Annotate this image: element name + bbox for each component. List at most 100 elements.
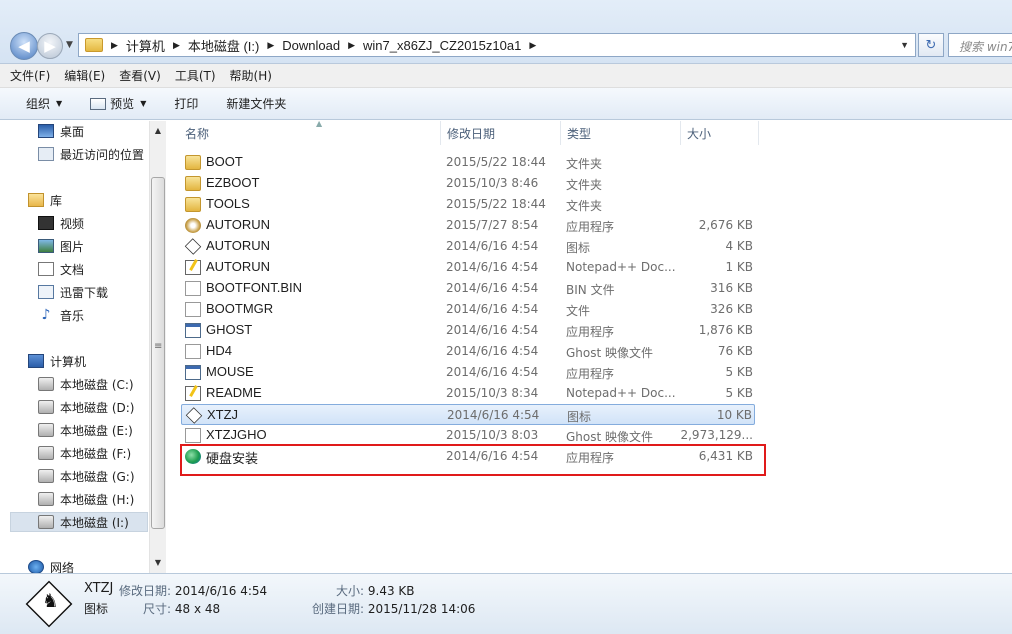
file-type: BIN 文件 xyxy=(566,283,615,297)
file-row-autorun-inf[interactable]: AUTORUN 2014/6/16 4:54 Notepad++ Doc... 1 K… xyxy=(181,257,755,278)
nav-item-desktop[interactable]: 桌面 xyxy=(38,121,84,141)
file-date: 2014/6/16 4:54 xyxy=(446,239,539,253)
menu-help[interactable]: 帮助(H) xyxy=(230,67,272,84)
hard-drive-icon xyxy=(38,492,54,506)
file-type: 文件 xyxy=(566,304,591,318)
column-header-date[interactable]: 修改日期 xyxy=(441,121,561,145)
file-row-boot[interactable]: BOOT 2015/5/22 18:44 文件夹 xyxy=(181,152,755,173)
back-button[interactable]: ◀ xyxy=(10,32,38,60)
file-name: XTZJ xyxy=(207,407,239,422)
file-row-bootmgr[interactable]: BOOTMGR 2014/6/16 4:54 文件 326 KB xyxy=(181,299,755,320)
address-history-dropdown-icon[interactable]: ▼ xyxy=(900,40,909,50)
column-header-name[interactable]: 名称 ▲ xyxy=(179,119,441,145)
nav-label: 本地磁盘 (I:) xyxy=(60,515,129,530)
file-row-hd4[interactable]: HD4 2014/6/16 4:54 Ghost 映像文件 76 KB xyxy=(181,341,755,362)
nav-item-drive-f[interactable]: 本地磁盘 (F:) xyxy=(38,443,131,463)
chevron-right-icon[interactable]: ▶ xyxy=(111,40,118,51)
breadcrumb-drive[interactable]: 本地磁盘 (I:) xyxy=(188,36,260,55)
nav-label: 本地磁盘 (G:) xyxy=(60,469,135,484)
file-row-bootfont[interactable]: BOOTFONT.BIN 2014/6/16 4:54 BIN 文件 316 KB xyxy=(181,278,755,299)
file-name: AUTORUN xyxy=(206,238,271,253)
file-name: TOOLS xyxy=(206,196,250,211)
nav-item-drive-i[interactable]: 本地磁盘 (I:) xyxy=(10,512,148,532)
file-type: Ghost 映像文件 xyxy=(566,346,654,360)
scroll-down-arrow-icon[interactable]: ▼ xyxy=(150,555,166,571)
recent-pages-dropdown-icon[interactable]: ▼ xyxy=(66,40,73,50)
menu-edit[interactable]: 编辑(E) xyxy=(64,67,105,84)
nav-item-library[interactable]: 库 xyxy=(28,190,62,210)
nav-item-network[interactable]: 网络 xyxy=(28,557,74,573)
breadcrumb-download[interactable]: Download xyxy=(282,38,340,53)
file-row-xtzjgho[interactable]: XTZJGHO 2015/10/3 8:03 Ghost 映像文件 2,973,129… xyxy=(181,425,755,446)
nav-item-drive-e[interactable]: 本地磁盘 (E:) xyxy=(38,420,133,440)
video-icon xyxy=(38,216,54,230)
organize-button[interactable]: 组织 ▼ xyxy=(26,95,62,112)
column-header-type[interactable]: 类型 xyxy=(561,121,681,145)
file-date: 2014/6/16 4:54 xyxy=(446,344,539,358)
nav-item-documents[interactable]: 文档 xyxy=(38,259,84,279)
file-date: 2014/6/16 4:54 xyxy=(447,408,540,422)
file-size: 5 KB xyxy=(725,365,753,379)
nav-item-pictures[interactable]: 图片 xyxy=(38,236,84,256)
file-size: 1 KB xyxy=(725,260,753,274)
navigation-scrollbar[interactable]: ▲ ≡ ▼ xyxy=(149,121,166,573)
chevron-right-icon[interactable]: ▶ xyxy=(173,40,180,51)
nav-item-video[interactable]: 视频 xyxy=(38,213,84,233)
file-row-autorun-exe[interactable]: AUTORUN 2015/7/27 8:54 应用程序 2,676 KB xyxy=(181,215,755,236)
hard-drive-icon xyxy=(38,515,54,529)
new-folder-button[interactable]: 新建文件夹 xyxy=(226,95,286,112)
scrollbar-thumb[interactable] xyxy=(151,177,165,529)
preview-button[interactable]: 预览 ▼ xyxy=(90,95,146,112)
refresh-button[interactable]: ↻ xyxy=(918,33,944,57)
menu-file[interactable]: 文件(F) xyxy=(10,67,50,84)
file-date: 2015/5/22 18:44 xyxy=(446,197,546,211)
chevron-right-icon[interactable]: ▶ xyxy=(529,40,536,51)
print-button[interactable]: 打印 xyxy=(174,95,198,112)
forward-button[interactable]: ▶ xyxy=(37,33,63,59)
chevron-right-icon[interactable]: ▶ xyxy=(348,40,355,51)
column-header-size[interactable]: 大小 xyxy=(681,121,759,145)
chevron-right-icon[interactable]: ▶ xyxy=(267,40,274,51)
file-row-mouse[interactable]: MOUSE 2014/6/16 4:54 应用程序 5 KB xyxy=(181,362,755,383)
hard-drive-icon xyxy=(38,423,54,437)
file-row-xtzj[interactable]: XTZJ 2014/6/16 4:54 图标 10 KB xyxy=(181,404,755,425)
file-type: 应用程序 xyxy=(566,325,615,339)
nav-item-recent-places[interactable]: 最近访问的位置 xyxy=(38,144,144,164)
menu-view[interactable]: 查看(V) xyxy=(119,67,161,84)
nav-item-drive-d[interactable]: 本地磁盘 (D:) xyxy=(38,397,134,417)
nav-item-drive-g[interactable]: 本地磁盘 (G:) xyxy=(38,466,135,486)
search-input[interactable]: 搜索 win7 xyxy=(948,33,1012,57)
menu-tools[interactable]: 工具(T) xyxy=(175,67,216,84)
file-size: 316 KB xyxy=(710,281,753,295)
file-type: 图标 xyxy=(567,410,592,424)
address-bar[interactable]: ▶ 计算机 ▶ 本地磁盘 (I:) ▶ Download ▶ win7_x86ZJ_CZ… xyxy=(78,33,916,57)
network-icon xyxy=(28,560,44,573)
details-file-type: 图标 xyxy=(84,602,109,616)
file-row-ghost[interactable]: GHOST 2014/6/16 4:54 应用程序 1,876 KB xyxy=(181,320,755,341)
column-label: 大小 xyxy=(687,126,712,141)
nav-item-music[interactable]: ♪ 音乐 xyxy=(38,305,84,325)
nav-item-drive-h[interactable]: 本地磁盘 (H:) xyxy=(38,489,134,509)
file-row-ezboot[interactable]: EZBOOT 2015/10/3 8:46 文件夹 xyxy=(181,173,755,194)
file-type: Notepad++ Doc... xyxy=(566,386,676,400)
file-size: 4 KB xyxy=(725,239,753,253)
breadcrumb-computer[interactable]: 计算机 xyxy=(126,36,165,55)
picture-icon xyxy=(38,239,54,253)
scroll-up-arrow-icon[interactable]: ▲ xyxy=(150,123,166,139)
icon-file-icon xyxy=(184,238,202,255)
nav-label: 音乐 xyxy=(60,308,85,323)
blank-file-icon xyxy=(185,302,201,317)
file-date: 2014/6/16 4:54 xyxy=(446,260,539,274)
file-row-readme[interactable]: README 2015/10/3 8:34 Notepad++ Doc... 5 KB xyxy=(181,383,755,404)
file-date: 2015/5/22 18:44 xyxy=(446,155,546,169)
nav-label: 最近访问的位置 xyxy=(60,147,145,162)
nav-item-drive-c[interactable]: 本地磁盘 (C:) xyxy=(38,374,134,394)
file-date: 2014/6/16 4:54 xyxy=(446,281,539,295)
hard-drive-icon xyxy=(38,446,54,460)
nav-item-computer[interactable]: 计算机 xyxy=(28,351,86,371)
file-row-autorun-ico[interactable]: AUTORUN 2014/6/16 4:54 图标 4 KB xyxy=(181,236,755,257)
file-size: 1,876 KB xyxy=(698,323,753,337)
nav-item-xunlei-downloads[interactable]: 迅雷下载 xyxy=(38,282,108,302)
breadcrumb-current[interactable]: win7_x86ZJ_CZ2015z10a1 xyxy=(363,38,521,53)
file-row-tools[interactable]: TOOLS 2015/5/22 18:44 文件夹 xyxy=(181,194,755,215)
